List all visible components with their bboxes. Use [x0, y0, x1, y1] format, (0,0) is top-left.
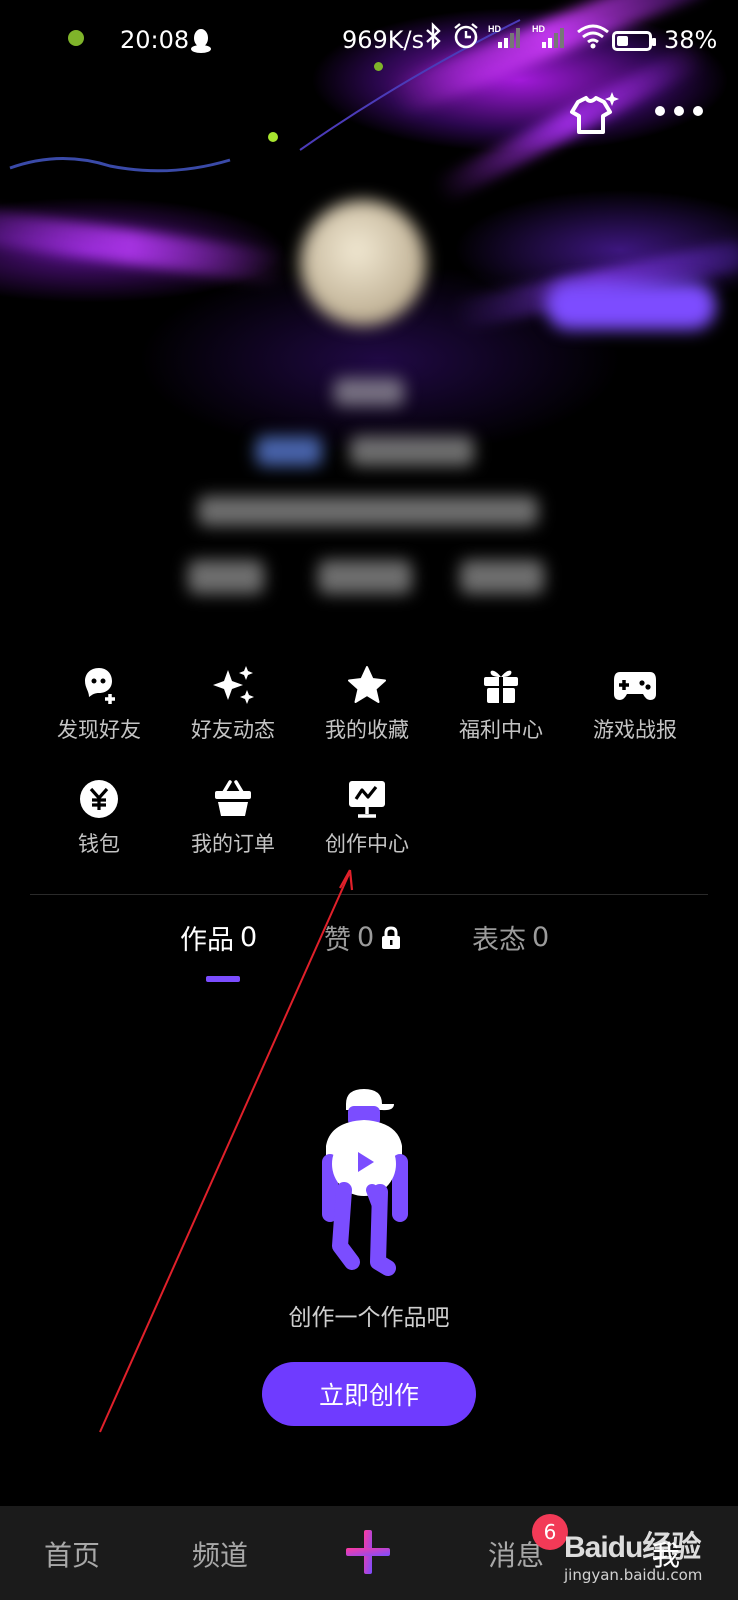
edit-profile-button[interactable] — [546, 282, 716, 330]
avatar[interactable] — [300, 200, 426, 326]
shortcut-label: 好友动态 — [191, 718, 275, 742]
tab-indicator — [206, 976, 240, 982]
nav-channels[interactable]: 频道 — [192, 1534, 248, 1574]
tab-label: 作品 — [180, 925, 234, 956]
shortcut-creator-center[interactable]: 创作中心 — [300, 778, 434, 858]
gift-icon — [484, 670, 518, 703]
shortcut-find-friends[interactable]: 发现好友 — [32, 664, 166, 744]
shortcut-label: 钱包 — [78, 832, 120, 856]
decor-streak — [0, 207, 291, 287]
tab-reactions[interactable]: 表态 0 — [472, 918, 549, 957]
profile-header-background — [0, 0, 738, 640]
stat-following[interactable] — [188, 560, 264, 594]
wifi-icon — [577, 24, 609, 49]
watermark-logo: Baidu经验 — [564, 1531, 701, 1564]
battery-fill — [617, 36, 628, 46]
gamepad-icon — [614, 672, 656, 700]
battery-icon — [612, 31, 656, 51]
shortcut-label: 创作中心 — [325, 832, 409, 856]
create-plus-icon[interactable] — [344, 1528, 392, 1576]
battery-percent: 38% — [664, 26, 718, 54]
user-bio — [198, 496, 538, 526]
tab-count: 0 — [357, 922, 375, 953]
tab-works[interactable]: 作品 0 — [180, 918, 257, 957]
status-icons: HD HD — [424, 22, 610, 50]
stat-likes[interactable] — [460, 560, 544, 594]
shortcut-label: 我的收藏 — [325, 718, 409, 742]
stat-followers[interactable] — [318, 560, 412, 594]
message-badge: 6 — [532, 1514, 568, 1550]
shortcut-welfare-center[interactable]: 福利中心 — [434, 664, 568, 744]
baidu-watermark: Baidu经验 jingyan.baidu.com — [564, 1522, 702, 1584]
yuan-icon — [80, 780, 118, 818]
tab-count: 0 — [240, 922, 258, 953]
star-icon — [348, 666, 386, 703]
tab-label: 表态 — [472, 925, 526, 956]
find-friends-icon — [85, 668, 115, 704]
svg-text:HD: HD — [488, 24, 501, 34]
tab-likes[interactable]: 赞 0 — [324, 918, 402, 957]
monitor-chart-icon — [349, 781, 385, 818]
tab-count: 0 — [532, 922, 550, 953]
alarm-icon — [454, 23, 478, 49]
tab-label: 赞 — [324, 925, 351, 956]
section-divider — [30, 894, 708, 895]
svg-text:HD: HD — [532, 24, 545, 34]
signal-hd-icon: HD — [532, 24, 564, 48]
basket-icon — [215, 780, 251, 816]
status-time: 20:08 — [120, 26, 190, 54]
signal-hd-icon: HD — [488, 24, 520, 48]
more-icon[interactable] — [654, 104, 704, 118]
watermark-url: jingyan.baidu.com — [564, 1566, 703, 1584]
level-badge — [256, 436, 322, 466]
status-bar: 20:08 969K/s HD HD 38% — [0, 0, 738, 86]
shortcut-label: 游戏战报 — [593, 718, 677, 742]
shortcut-friend-feed[interactable]: 好友动态 — [166, 664, 300, 744]
bluetooth-icon — [426, 22, 441, 50]
shortcut-wallet[interactable]: 钱包 — [32, 778, 166, 858]
network-speed: 969K/s — [342, 26, 425, 54]
shortcut-my-orders[interactable]: 我的订单 — [166, 778, 300, 858]
empty-state-text: 创作一个作品吧 — [288, 1305, 450, 1331]
shortcut-label: 我的订单 — [191, 832, 275, 856]
user-id — [350, 436, 474, 466]
create-now-button[interactable]: 立即创作 — [262, 1362, 476, 1426]
shortcut-favorites[interactable]: 我的收藏 — [300, 664, 434, 744]
nav-home[interactable]: 首页 — [44, 1534, 100, 1574]
decor-dot — [268, 132, 278, 142]
shortcut-label: 福利中心 — [459, 718, 543, 742]
shirt-sparkle-icon[interactable] — [566, 92, 620, 138]
sparkle-icon — [213, 666, 254, 704]
qq-icon — [190, 28, 212, 60]
empty-state-illustration — [322, 1089, 408, 1276]
lock-icon — [382, 925, 401, 949]
shortcut-game-report[interactable]: 游戏战报 — [568, 664, 702, 744]
shortcut-label: 发现好友 — [57, 718, 141, 742]
username — [334, 378, 404, 406]
